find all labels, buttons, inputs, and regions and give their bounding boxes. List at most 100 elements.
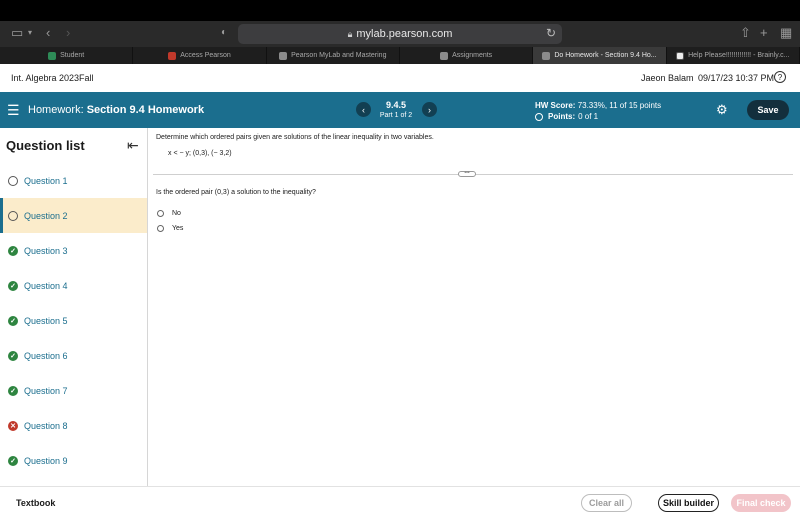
student-favicon-icon: [48, 51, 57, 60]
option-label: No: [172, 210, 181, 217]
address-bar[interactable]: 🔒︎ mylab.pearson.com ↻: [238, 24, 562, 44]
brainly-favicon-icon: [676, 51, 685, 60]
new-tab-icon[interactable]: +: [760, 25, 768, 40]
answer-option-no[interactable]: No: [157, 210, 181, 217]
inequality-expression: x < − y; (0,3), (− 3,2): [168, 150, 232, 157]
question-area: Determine which ordered pairs given are …: [148, 128, 800, 486]
question-item-2[interactable]: Question 2: [0, 198, 147, 233]
question-item-7[interactable]: ✓ Question 7: [0, 373, 147, 408]
question-number: 9.4.5: [385, 100, 407, 110]
question-label: Question 5: [24, 315, 68, 326]
gear-icon[interactable]: ⚙: [716, 102, 728, 118]
checkmark-icon: ✓: [8, 315, 18, 326]
save-button[interactable]: Save: [747, 100, 789, 120]
tab-label: Student: [60, 52, 85, 59]
homework-label: Homework:: [28, 104, 84, 116]
option-label: Yes: [172, 225, 184, 232]
screen-top-bar: [0, 0, 800, 21]
user-name: Jaeon Balam: [641, 73, 694, 83]
pearson-favicon-icon: [440, 51, 449, 60]
checkmark-icon: ✓: [8, 280, 18, 291]
help-icon[interactable]: ?: [774, 71, 786, 83]
browser-toolbar: ▭ ▾ ‹ › ◐ 🔒︎ mylab.pearson.com ↻ ⇧ + ▦: [0, 21, 800, 47]
url-text: mylab.pearson.com: [356, 28, 453, 40]
checkmark-icon: ✓: [8, 385, 18, 396]
footer-bar: Textbook Clear all Skill builder Final c…: [0, 486, 800, 520]
course-bar: Int. Algebra 2023Fall Jaeon Balam 09/17/…: [0, 64, 800, 92]
question-item-9[interactable]: ✓ Question 9: [0, 443, 147, 478]
points: Points: 0 of 1: [535, 112, 598, 121]
tab-student[interactable]: Student: [0, 47, 134, 64]
question-label: Question 9: [24, 455, 68, 466]
collapse-panel-icon[interactable]: ⇤: [127, 137, 139, 154]
question-label: Question 7: [24, 385, 68, 396]
tab-label: Do Homework - Section 9.4 Ho...: [554, 52, 657, 59]
question-text: Is the ordered pair (0,3) a solution to …: [156, 189, 316, 196]
radio-button[interactable]: [157, 225, 164, 232]
question-prompt: Determine which ordered pairs given are …: [156, 134, 434, 141]
tab-label: Pearson MyLab and Mastering: [291, 52, 387, 59]
browser-tabs: Student Access Pearson Pearson MyLab and…: [0, 47, 800, 64]
reload-icon[interactable]: ↻: [546, 26, 556, 40]
resize-handle[interactable]: •••: [458, 171, 476, 177]
pearson-favicon-icon: [542, 51, 551, 60]
points-circle-icon: [535, 112, 543, 121]
shield-icon[interactable]: ◐: [221, 27, 227, 38]
textbook-link[interactable]: Textbook: [16, 498, 55, 508]
tab-label: Assignments: [452, 52, 493, 59]
menu-icon[interactable]: ☰: [7, 102, 20, 119]
tab-label: Help Please!!!!!!!!!!!!! - Brainly.c...: [688, 52, 790, 59]
question-item-1[interactable]: Question 1: [0, 163, 147, 198]
previous-question-button[interactable]: ‹: [356, 102, 371, 117]
date-time: 09/17/23 10:37 PM: [698, 73, 775, 83]
question-label: Question 6: [24, 350, 68, 361]
question-item-3[interactable]: ✓ Question 3: [0, 233, 147, 268]
hw-score: HW Score: 73.33%, 11 of 15 points: [535, 101, 661, 110]
radio-button[interactable]: [157, 210, 164, 217]
share-icon[interactable]: ⇧: [740, 25, 751, 41]
points-label: Points:: [548, 112, 576, 121]
checkmark-icon: ✓: [8, 245, 18, 256]
next-question-button[interactable]: ›: [422, 102, 437, 117]
question-label: Question 4: [24, 280, 68, 291]
final-check-button[interactable]: Final check: [731, 494, 791, 512]
question-label: Question 8: [24, 420, 68, 431]
question-label: Question 1: [24, 175, 68, 186]
question-item-4[interactable]: ✓ Question 4: [0, 268, 147, 303]
lock-icon: 🔒︎: [347, 28, 353, 39]
back-arrow-icon[interactable]: ‹: [46, 25, 50, 40]
access-pearson-favicon-icon: [168, 51, 177, 60]
tab-assignments[interactable]: Assignments: [400, 47, 534, 64]
points-value: 0 of 1: [578, 112, 599, 121]
question-item-5[interactable]: ✓ Question 5: [0, 303, 147, 338]
question-item-8[interactable]: ✕ Question 8: [0, 408, 147, 443]
tab-overview-icon[interactable]: ▦: [780, 25, 792, 41]
question-list-title: Question list: [6, 138, 85, 153]
question-part: Part 1 of 2: [379, 112, 413, 119]
hw-score-value: 73.33%, 11 of 15 points: [577, 101, 662, 110]
hw-score-label: HW Score:: [535, 101, 576, 110]
answer-option-yes[interactable]: Yes: [157, 225, 183, 232]
tab-label: Access Pearson: [180, 52, 231, 59]
tab-pearson-mylab[interactable]: Pearson MyLab and Mastering: [267, 47, 400, 64]
checkmark-icon: ✓: [8, 350, 18, 361]
skill-builder-button[interactable]: Skill builder: [658, 494, 719, 512]
chevron-down-icon[interactable]: ▾: [28, 28, 32, 37]
pearson-favicon-icon: [279, 51, 288, 60]
homework-header: ☰ Homework: Section 9.4 Homework ‹ 9.4.5…: [0, 92, 800, 128]
forward-arrow-icon[interactable]: ›: [66, 25, 70, 40]
tab-access-pearson[interactable]: Access Pearson: [133, 47, 267, 64]
clear-all-button[interactable]: Clear all: [581, 494, 632, 512]
homework-section-title: Section 9.4 Homework: [86, 104, 205, 116]
question-label: Question 2: [24, 210, 68, 221]
question-label: Question 3: [24, 245, 68, 256]
sidebar-toggle-icon[interactable]: ▭: [11, 25, 23, 41]
question-item-6[interactable]: ✓ Question 6: [0, 338, 147, 373]
tab-do-homework[interactable]: Do Homework - Section 9.4 Ho...: [533, 47, 667, 64]
unanswered-status-icon: [8, 210, 18, 221]
tab-brainly[interactable]: Help Please!!!!!!!!!!!!! - Brainly.c...: [667, 47, 800, 64]
checkmark-icon: ✓: [8, 455, 18, 466]
homework-title: Homework: Section 9.4 Homework: [28, 104, 204, 116]
course-name: Int. Algebra 2023Fall: [11, 73, 94, 83]
question-list-panel: Question list ⇤ Question 1 Question 2 ✓ …: [0, 128, 148, 486]
